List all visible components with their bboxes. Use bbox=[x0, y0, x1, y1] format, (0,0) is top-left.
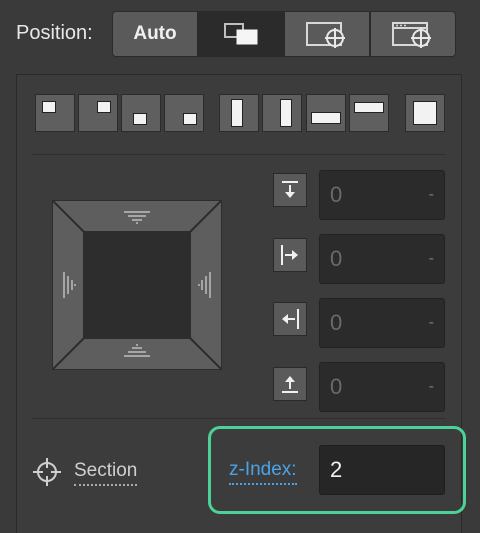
preset-top-left-button[interactable] bbox=[35, 94, 75, 132]
arrow-up-from-bottom-icon bbox=[282, 376, 298, 393]
preset-bottom-full-button[interactable] bbox=[306, 94, 346, 132]
crosshair-icon[interactable] bbox=[31, 456, 63, 488]
offset-left-value: 0 bbox=[330, 246, 343, 271]
left-full-preset-icon bbox=[231, 99, 243, 127]
offset-top-unit: - bbox=[428, 186, 434, 203]
zindex-value: 2 bbox=[330, 457, 343, 482]
position-auto-label: Auto bbox=[133, 23, 177, 44]
preset-bottom-left-button[interactable] bbox=[121, 94, 161, 132]
preset-full-button[interactable] bbox=[405, 94, 445, 132]
section-link[interactable]: Section bbox=[74, 460, 138, 486]
offset-bottom-input[interactable]: 0 - bbox=[319, 362, 445, 412]
zindex-input[interactable]: 2 bbox=[319, 445, 445, 495]
position-label: Position: bbox=[16, 22, 93, 44]
position-auto-button[interactable]: Auto bbox=[112, 11, 198, 57]
offset-right-unit: - bbox=[428, 314, 434, 331]
offset-right-input[interactable]: 0 - bbox=[319, 298, 445, 348]
offset-top-button[interactable] bbox=[273, 173, 307, 207]
offset-bottom-unit: - bbox=[428, 378, 434, 395]
offset-right-value: 0 bbox=[330, 310, 343, 335]
bottom-left-preset-icon bbox=[133, 113, 147, 125]
bottom-right-preset-icon bbox=[183, 113, 197, 125]
divider bbox=[31, 154, 446, 155]
offset-bottom-button[interactable] bbox=[273, 367, 307, 401]
arrow-right-from-left-icon bbox=[281, 245, 298, 265]
relative-layers-icon bbox=[224, 23, 258, 45]
divider bbox=[31, 418, 446, 419]
full-preset-icon bbox=[413, 101, 437, 125]
preset-top-right-button[interactable] bbox=[78, 94, 118, 132]
offset-left-input[interactable]: 0 - bbox=[319, 234, 445, 284]
offset-bottom-value: 0 bbox=[330, 374, 343, 399]
offset-top-value: 0 bbox=[330, 182, 343, 207]
top-full-preset-icon bbox=[354, 102, 384, 113]
preset-right-full-button[interactable] bbox=[262, 94, 302, 132]
zindex-label[interactable]: z-Index: bbox=[229, 459, 297, 485]
preset-top-full-button[interactable] bbox=[349, 94, 389, 132]
fixed-window-icon bbox=[392, 22, 431, 48]
bottom-full-preset-icon bbox=[311, 112, 341, 124]
offset-left-unit: - bbox=[428, 250, 434, 267]
offset-left-button[interactable] bbox=[273, 238, 307, 272]
preset-bottom-right-button[interactable] bbox=[164, 94, 204, 132]
offset-right-button[interactable] bbox=[273, 302, 307, 336]
offset-top-input[interactable]: 0 - bbox=[319, 170, 445, 220]
preset-left-full-button[interactable] bbox=[219, 94, 259, 132]
position-fixed-button[interactable] bbox=[370, 11, 456, 57]
position-relative-button[interactable] bbox=[198, 11, 284, 57]
top-right-preset-icon bbox=[97, 101, 111, 113]
position-row: Position: Auto bbox=[0, 0, 480, 70]
arrow-left-from-right-icon bbox=[282, 309, 299, 329]
right-full-preset-icon bbox=[280, 99, 292, 127]
position-absolute-button[interactable] bbox=[284, 11, 370, 57]
position-box-diagram bbox=[52, 200, 222, 370]
absolute-window-icon bbox=[306, 22, 345, 48]
top-left-preset-icon bbox=[42, 101, 56, 113]
arrow-down-to-top-icon bbox=[282, 181, 298, 198]
